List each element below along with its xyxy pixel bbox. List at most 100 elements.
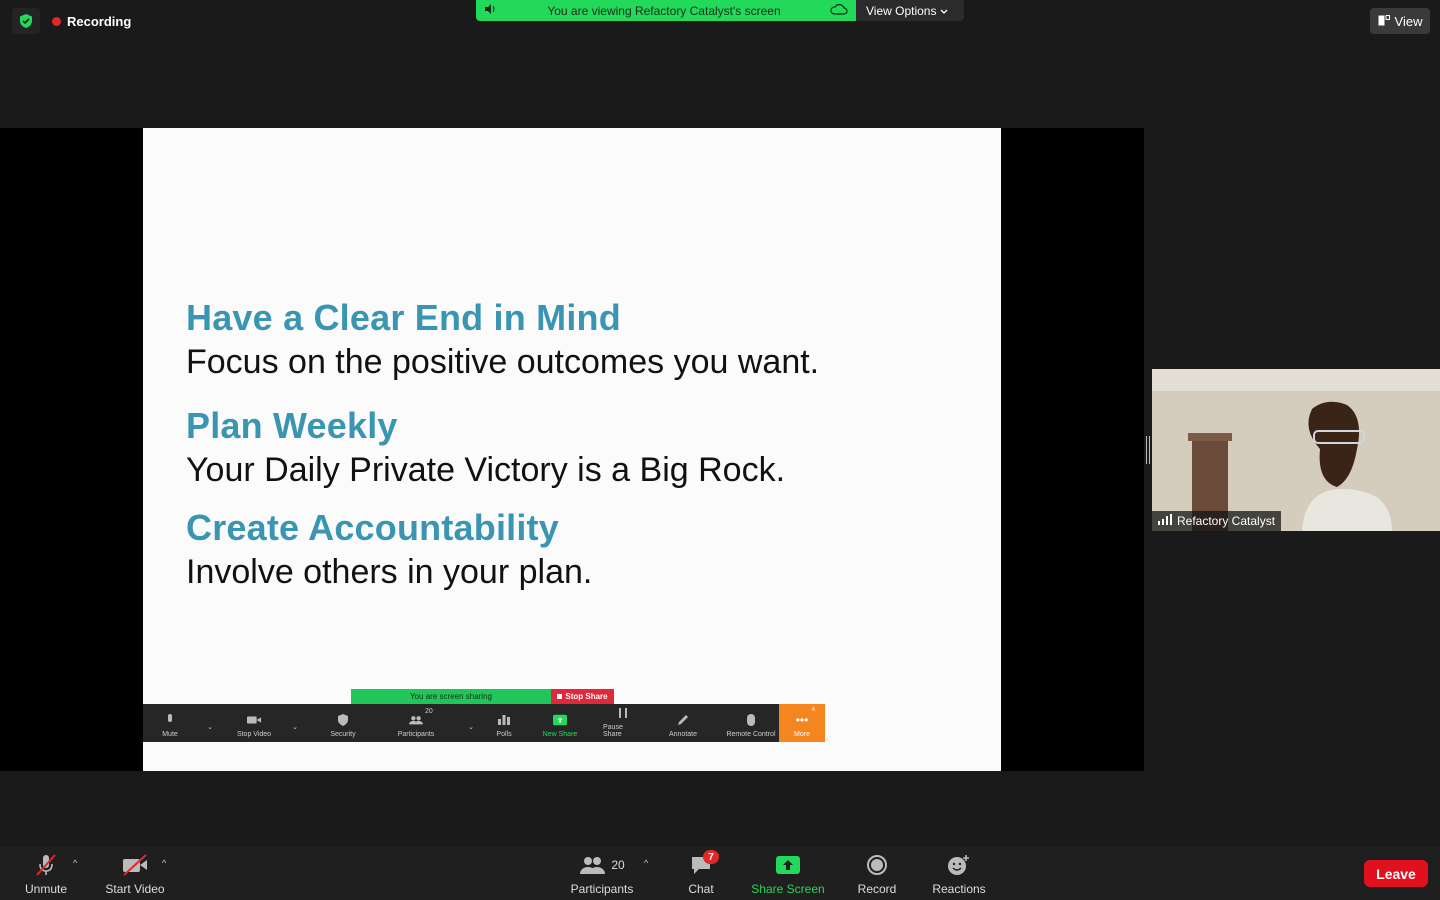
- participants-label: Participants: [570, 881, 634, 896]
- chat-label: Chat: [688, 881, 714, 896]
- slide-heading: Create Accountability: [186, 507, 559, 548]
- participant-video-image: [1152, 369, 1440, 531]
- mini-label: Annotate: [668, 731, 698, 738]
- leave-button[interactable]: Leave: [1364, 860, 1428, 887]
- unmute-label: Unmute: [24, 881, 68, 896]
- mini-label: Polls: [496, 731, 512, 738]
- mini-shield-icon: [336, 714, 350, 726]
- mini-caret: ⌄: [451, 704, 491, 742]
- view-label: View: [1394, 13, 1423, 29]
- mini-mic-icon: [163, 714, 177, 726]
- panel-resize-handle[interactable]: [1146, 436, 1150, 464]
- participant-video-tile[interactable]: Refactory Catalyst: [1152, 369, 1440, 531]
- viewing-banner: You are viewing Refactory Catalyst's scr…: [476, 0, 964, 21]
- mini-chevron-icon: ⌄: [207, 724, 213, 731]
- mini-mute: Mute: [143, 704, 197, 742]
- mini-chevron-icon: ⌄: [468, 724, 474, 731]
- participants-button[interactable]: 20 Participants: [566, 847, 638, 900]
- layout-icon: [1378, 14, 1390, 29]
- video-options-caret-icon[interactable]: ^: [162, 858, 166, 868]
- signal-strength-icon: [1158, 514, 1172, 528]
- view-options-button[interactable]: View Options: [856, 0, 964, 21]
- share-screen-button[interactable]: Share Screen: [748, 847, 828, 900]
- slide-heading: Plan Weekly: [186, 405, 398, 446]
- participants-count: 20: [611, 857, 625, 872]
- record-label: Record: [857, 881, 897, 896]
- participant-name: Refactory Catalyst: [1177, 514, 1276, 528]
- mini-chevron-icon: ⌄: [292, 724, 298, 731]
- mini-mouse-icon: [744, 714, 758, 726]
- mini-polls: Polls: [491, 704, 517, 742]
- mini-share-arrow-icon: [553, 714, 567, 726]
- mini-new-share: New Share: [517, 704, 603, 742]
- slide-body: Focus on the positive outcomes you want.: [186, 343, 820, 381]
- recording-dot-icon: [52, 16, 61, 26]
- mini-security: Security: [305, 704, 381, 742]
- mini-participants: Participants 20: [381, 704, 451, 742]
- mini-sharing-text: You are screen sharing: [410, 692, 492, 701]
- viewing-notice: You are viewing Refactory Catalyst's scr…: [476, 0, 856, 21]
- slide-body: Involve others in your plan.: [186, 553, 593, 591]
- camera-off-icon: [121, 852, 149, 878]
- mini-label: New Share: [542, 731, 578, 738]
- mini-camera-icon: [247, 714, 261, 726]
- mini-participants-count: 20: [425, 708, 433, 715]
- slide-point: Have a Clear End in Mind Focus on the po…: [186, 296, 819, 384]
- cloud-icon: [830, 3, 848, 18]
- mini-label: Stop Video: [236, 731, 272, 738]
- zoom-meeting-window: Recording You are viewing Refactory Cata…: [0, 0, 1440, 900]
- mini-remote-control: Remote Control: [723, 704, 779, 742]
- mini-more: ••• More 4: [779, 704, 825, 742]
- shared-slide: Have a Clear End in Mind Focus on the po…: [143, 128, 1001, 771]
- mini-label: More: [794, 731, 810, 738]
- view-layout-button[interactable]: View: [1370, 8, 1430, 34]
- meeting-toolbar: Unmute ^ Start Video ^ 20 Participants ^…: [0, 847, 1440, 900]
- muted-microphone-icon: [34, 852, 58, 878]
- recording-label: Recording: [67, 13, 132, 29]
- security-shield-icon[interactable]: [12, 8, 40, 34]
- recording-indicator[interactable]: Recording: [52, 14, 131, 29]
- mini-pencil-icon: [676, 714, 690, 726]
- mini-label: Security: [330, 731, 356, 738]
- slide-point: Create Accountability Involve others in …: [186, 506, 592, 594]
- mini-people-icon: [409, 714, 423, 726]
- mini-sharing-notice: You are screen sharing: [351, 689, 551, 704]
- mini-label: Mute: [162, 731, 178, 738]
- start-video-button[interactable]: Start Video: [100, 847, 170, 900]
- mini-label: Remote Control: [726, 731, 776, 738]
- participant-name-tag: Refactory Catalyst: [1152, 511, 1282, 531]
- mini-stop-share-label: Stop Share: [565, 692, 608, 701]
- mini-sharing-banner: You are screen sharing Stop Share: [351, 689, 614, 704]
- share-screen-label: Share Screen: [751, 881, 825, 896]
- view-options-label: View Options: [866, 3, 937, 18]
- mini-stop-share: Stop Share: [551, 689, 614, 704]
- mini-pause-share: Pause Share: [603, 704, 643, 742]
- participants-icon: 20: [579, 852, 625, 878]
- record-button[interactable]: Record: [854, 847, 900, 900]
- unmute-button[interactable]: Unmute: [20, 847, 72, 900]
- mini-toolbar: Mute ⌄ Stop Video ⌄ Security Participant…: [143, 704, 825, 742]
- chat-unread-badge: 7: [703, 850, 719, 864]
- chevron-down-icon: [940, 4, 948, 18]
- mini-stop-video: Stop Video: [223, 704, 285, 742]
- reactions-label: Reactions: [932, 881, 986, 896]
- reactions-button[interactable]: Reactions: [928, 847, 990, 900]
- mini-pause-icon: [616, 707, 630, 719]
- slide-body: Your Daily Private Victory is a Big Rock…: [186, 451, 786, 489]
- emoji-plus-icon: [947, 852, 971, 878]
- viewing-text: You are viewing Refactory Catalyst's scr…: [547, 3, 781, 18]
- slide-point: Plan Weekly Your Daily Private Victory i…: [186, 404, 785, 492]
- mini-caret: ⌄: [197, 704, 223, 742]
- mini-label: Pause Share: [603, 724, 623, 738]
- mini-ellipsis-icon: •••: [795, 713, 809, 727]
- meeting-status: Recording: [12, 8, 131, 34]
- mini-polls-icon: [497, 714, 511, 726]
- slide-heading: Have a Clear End in Mind: [186, 297, 621, 338]
- mini-caret: ⌄: [285, 704, 305, 742]
- share-screen-icon: [775, 852, 801, 878]
- record-icon: [866, 852, 888, 878]
- audio-options-caret-icon[interactable]: ^: [73, 858, 77, 868]
- mini-label: Participants: [397, 731, 435, 738]
- participants-caret-icon[interactable]: ^: [644, 858, 648, 868]
- mini-more-badge: 4: [811, 707, 815, 713]
